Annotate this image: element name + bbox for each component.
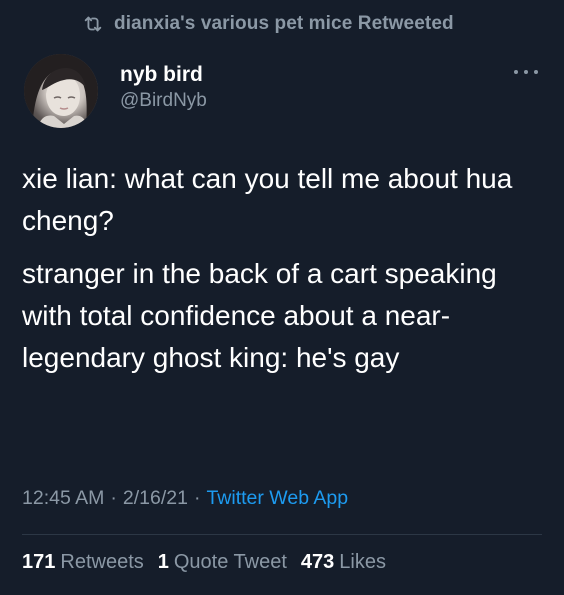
retweet-context-text: dianxia's various pet mice Retweeted — [114, 13, 454, 34]
more-options-icon[interactable] — [514, 66, 538, 78]
tweet-meta: 12:45 AM · 2/16/21 · Twitter Web App — [22, 487, 349, 509]
author-display-name[interactable]: nyb bird — [120, 62, 207, 88]
tweet-source-app[interactable]: Twitter Web App — [206, 487, 348, 509]
avatar[interactable] — [24, 54, 98, 128]
quote-tweets-count: 1 — [157, 551, 169, 573]
author-info: nyb bird @BirdNyb — [120, 62, 207, 114]
retweets-count: 171 — [22, 551, 56, 573]
divider — [22, 534, 542, 535]
tweet-text: xie lian: what can you tell me about hua… — [22, 158, 547, 390]
quote-tweets-label: Quote Tweet — [173, 551, 287, 573]
tweet-time[interactable]: 12:45 AM — [22, 487, 104, 509]
tweet-paragraph: xie lian: what can you tell me about hua… — [22, 163, 513, 236]
quote-tweets-stat[interactable]: 1 Quote Tweet — [158, 551, 287, 573]
tweet-date[interactable]: 2/16/21 — [123, 487, 188, 509]
tweet-stats: 171 Retweets 1 Quote Tweet 473 Likes — [22, 548, 400, 576]
retweets-stat[interactable]: 171 Retweets — [22, 551, 144, 573]
retweet-context[interactable]: dianxia's various pet mice Retweeted — [82, 10, 454, 38]
tweet-paragraph: stranger in the back of a cart speaking … — [22, 258, 497, 373]
likes-count: 473 — [300, 551, 335, 573]
author-handle[interactable]: @BirdNyb — [120, 88, 207, 114]
tweet-header: nyb bird @BirdNyb — [22, 48, 542, 130]
likes-label: Likes — [339, 551, 386, 573]
avatar-photo — [24, 54, 98, 128]
retweets-label: Retweets — [60, 551, 144, 573]
likes-stat[interactable]: 473 Likes — [301, 551, 386, 573]
retweet-icon — [82, 13, 104, 35]
